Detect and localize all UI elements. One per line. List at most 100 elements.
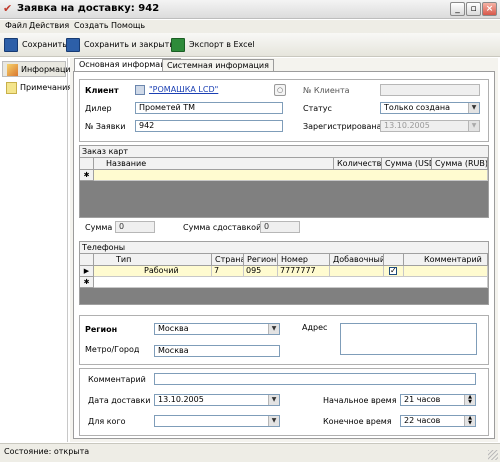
end-time-spinner[interactable]: 22 часов ▲ ▼ bbox=[400, 415, 476, 427]
tab-system-info[interactable]: Системная информация bbox=[162, 59, 274, 71]
client-group: Клиент "РОМАШКА LCD" ○ № Клиента Дилер П… bbox=[79, 79, 489, 142]
client-lookup-button[interactable]: ○ bbox=[274, 84, 286, 96]
client-icon bbox=[135, 85, 145, 95]
end-time-value: 22 часов bbox=[404, 416, 441, 425]
phones-col-region[interactable]: Регион bbox=[244, 254, 278, 266]
delivery-group: Комментарий Дата доставки 13.10.2005 ▼ Н… bbox=[79, 368, 489, 436]
phones-col-flag[interactable] bbox=[384, 254, 404, 266]
floppy-close-icon bbox=[66, 38, 80, 52]
phone-flag-checkbox[interactable]: ✓ bbox=[389, 267, 397, 275]
phones-col-ext[interactable]: Добавочный bbox=[330, 254, 384, 266]
delivery-sum-field: 0 bbox=[260, 221, 300, 233]
save-close-button[interactable]: Сохранить и закрыть bbox=[64, 37, 174, 53]
phones-rowhdr-header bbox=[80, 254, 94, 266]
phone-type-cell[interactable]: Рабочий bbox=[94, 266, 212, 277]
end-time-label: Конечное время bbox=[323, 417, 392, 426]
save-button[interactable]: Сохранить bbox=[2, 37, 67, 53]
menu-create[interactable]: Создать bbox=[74, 21, 109, 30]
client-no-field bbox=[380, 84, 480, 96]
chevron-down-icon[interactable]: ▼ bbox=[468, 103, 479, 113]
delivery-date-select[interactable]: 13.10.2005 ▼ bbox=[154, 394, 280, 406]
start-time-value: 21 часов bbox=[404, 395, 441, 404]
minimize-button[interactable]: _ bbox=[450, 2, 465, 16]
cards-grid[interactable]: Заказ карт Название Количество Сумма (US… bbox=[79, 145, 489, 218]
close-button[interactable]: × bbox=[482, 2, 497, 16]
phone-flag-cell[interactable]: ✓ bbox=[384, 266, 404, 277]
window-title: Заявка на доставку: 942 bbox=[17, 3, 160, 14]
status-select[interactable]: Только создана ▼ bbox=[380, 102, 480, 114]
metro-label: Метро/Город bbox=[85, 345, 140, 354]
status-select-value: Только создана bbox=[384, 103, 450, 112]
order-no-field[interactable]: 942 bbox=[135, 120, 283, 132]
floppy-icon bbox=[4, 38, 18, 52]
phones-col-type[interactable]: Тип bbox=[94, 254, 212, 266]
client-link[interactable]: "РОМАШКА LCD" bbox=[149, 85, 218, 94]
phones-grid[interactable]: Телефоны Тип Страна Регион Номер Добавоч… bbox=[79, 241, 489, 305]
client-no-label: № Клиента bbox=[303, 86, 350, 95]
client-label: Клиент bbox=[85, 86, 119, 95]
phones-col-comment[interactable]: Комментарий bbox=[404, 254, 488, 266]
start-time-spinner[interactable]: 21 часов ▲ ▼ bbox=[400, 394, 476, 406]
cards-new-row[interactable] bbox=[94, 170, 488, 181]
delivery-date-value: 13.10.2005 bbox=[158, 395, 204, 404]
region-select-value: Москва bbox=[158, 324, 189, 333]
maximize-button[interactable]: ▫ bbox=[466, 2, 481, 16]
address-label: Адрес bbox=[302, 323, 328, 332]
cards-col-rub[interactable]: Сумма (RUB) bbox=[432, 158, 488, 170]
spin-down-icon[interactable]: ▼ bbox=[464, 421, 475, 426]
status-text: Состояние: открыта bbox=[4, 447, 90, 456]
comment-label: Комментарий bbox=[88, 375, 146, 384]
chevron-down-icon[interactable]: ▼ bbox=[268, 324, 279, 334]
metro-field[interactable]: Москва bbox=[154, 345, 280, 357]
phone-comment-cell[interactable] bbox=[404, 266, 488, 277]
comment-field[interactable] bbox=[154, 373, 476, 385]
cards-col-name[interactable]: Название bbox=[94, 158, 334, 170]
status-bar: Состояние: открыта bbox=[0, 443, 500, 462]
phones-grid-caption: Телефоны bbox=[80, 242, 488, 254]
registered-label: Зарегистрирована bbox=[303, 122, 382, 131]
phone-ext-cell[interactable] bbox=[330, 266, 384, 277]
cards-new-row-marker[interactable]: ✱ bbox=[80, 170, 94, 181]
delivery-date-label: Дата доставки bbox=[88, 396, 151, 405]
main-panel: Клиент "РОМАШКА LCD" ○ № Клиента Дилер П… bbox=[73, 71, 495, 439]
spin-down-icon[interactable]: ▼ bbox=[464, 400, 475, 405]
for-whom-select[interactable]: ▼ bbox=[154, 415, 280, 427]
save-label: Сохранить bbox=[22, 40, 67, 49]
left-nav: Информация Примечания bbox=[0, 58, 75, 442]
nav-item-info[interactable]: Информация bbox=[2, 61, 75, 77]
status-label: Статус bbox=[303, 104, 332, 113]
registered-date-field: 13.10.2005 ▼ bbox=[380, 120, 480, 132]
title-bar[interactable]: ✔ Заявка на доставку: 942 _ ▫ × bbox=[0, 0, 500, 19]
app-icon: ✔ bbox=[3, 2, 13, 15]
phones-new-row-marker[interactable]: ✱ bbox=[80, 277, 94, 288]
phones-col-number[interactable]: Номер bbox=[278, 254, 330, 266]
menu-help[interactable]: Помощь bbox=[111, 21, 145, 30]
phone-number-cell[interactable]: 7777777 bbox=[278, 266, 330, 277]
dealer-field[interactable]: Прометей ТМ bbox=[135, 102, 283, 114]
region-select[interactable]: Москва ▼ bbox=[154, 323, 280, 335]
phone-country-cell[interactable]: 7 bbox=[212, 266, 244, 277]
menu-actions[interactable]: Действия bbox=[29, 21, 69, 30]
phones-new-row[interactable] bbox=[94, 277, 488, 288]
export-excel-button[interactable]: Экспорт в Excel bbox=[169, 37, 255, 53]
cards-rowhdr-header bbox=[80, 158, 94, 170]
order-no-label: № Заявки bbox=[85, 122, 126, 131]
pencil-icon bbox=[7, 64, 18, 76]
phones-col-country[interactable]: Страна bbox=[212, 254, 244, 266]
phone-region-cell[interactable]: 095 bbox=[244, 266, 278, 277]
registered-date-value: 13.10.2005 bbox=[384, 121, 430, 130]
cards-col-qty[interactable]: Количество bbox=[334, 158, 382, 170]
excel-icon bbox=[171, 38, 185, 52]
nav-item-notes[interactable]: Примечания bbox=[2, 80, 72, 96]
sum-field: 0 bbox=[115, 221, 155, 233]
cards-grid-caption: Заказ карт bbox=[80, 146, 488, 158]
menu-file[interactable]: Файл bbox=[5, 21, 27, 30]
nav-item-label: Примечания bbox=[20, 83, 73, 92]
chevron-down-icon[interactable]: ▼ bbox=[268, 395, 279, 405]
address-field[interactable] bbox=[340, 323, 477, 355]
notes-icon bbox=[6, 82, 17, 94]
chevron-down-icon[interactable]: ▼ bbox=[268, 416, 279, 426]
phones-current-row-marker[interactable]: ▶ bbox=[80, 266, 94, 277]
resize-grip-icon[interactable] bbox=[488, 450, 498, 460]
cards-col-usd[interactable]: Сумма (USD) bbox=[382, 158, 432, 170]
